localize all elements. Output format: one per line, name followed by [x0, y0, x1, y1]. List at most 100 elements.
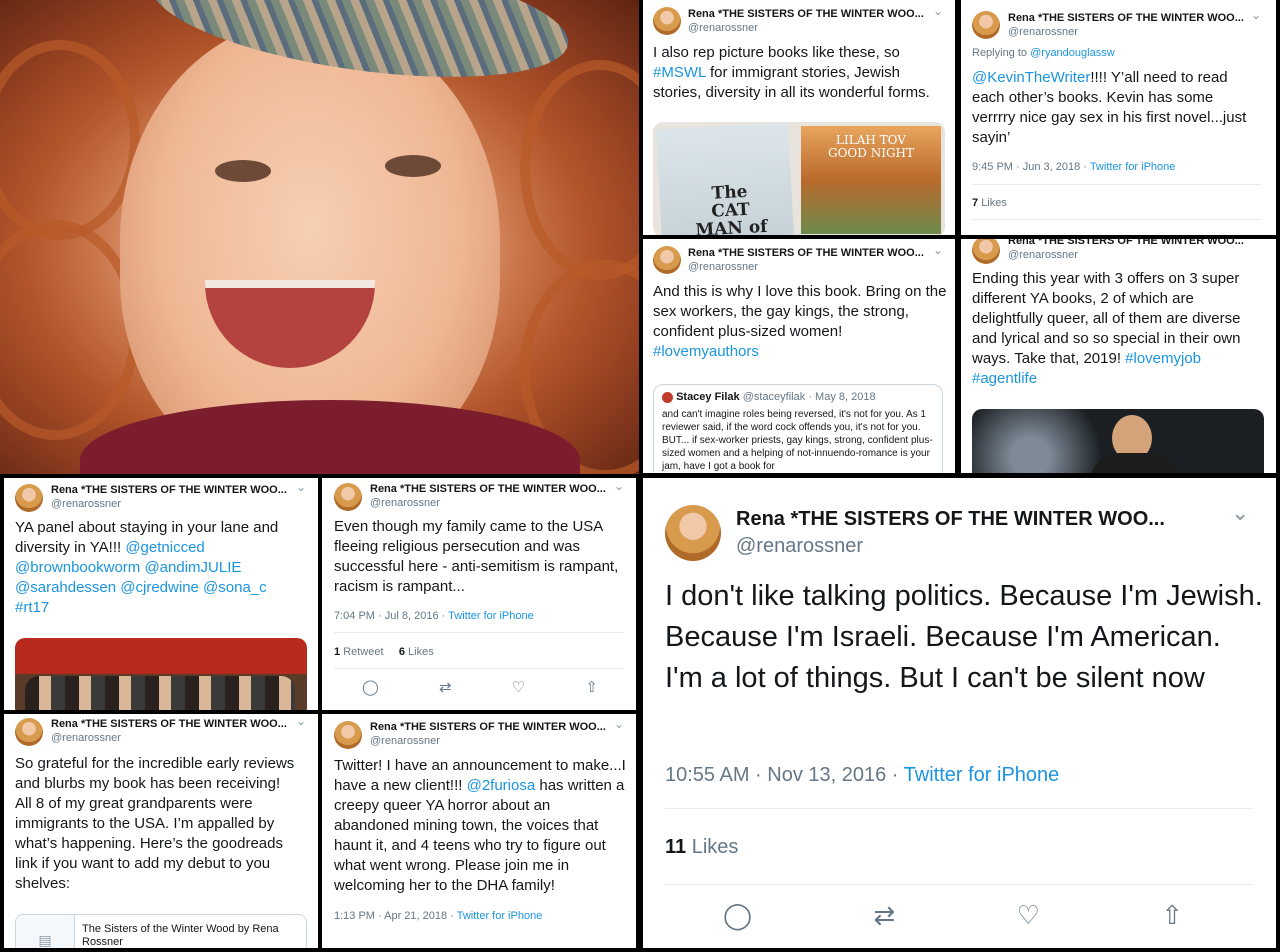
author-name[interactable]: Rena *THE SISTERS OF THE WINTER WOO...: [370, 721, 606, 733]
tweet-counts[interactable]: 1 Retweet 6 Likes: [334, 646, 434, 658]
author-name[interactable]: Rena *THE SISTERS OF THE WINTER WOO...: [51, 484, 287, 496]
hashtag-link[interactable]: #lovemyjob: [1125, 350, 1201, 367]
tweet-text: And this is why I love this book. Bring …: [653, 283, 947, 360]
author-handle[interactable]: @renarossner: [370, 497, 440, 509]
retweet-icon[interactable]: ⇄: [873, 900, 895, 931]
tweet-offers[interactable]: Rena *THE SISTERS OF THE WINTER WOO... @…: [961, 239, 1276, 473]
hashtag-link[interactable]: #lovemyauthors: [653, 343, 759, 360]
tweet-reply[interactable]: Rena *THE SISTERS OF THE WINTER WOO... @…: [961, 0, 1276, 235]
tweet-family[interactable]: Rena *THE SISTERS OF THE WINTER WOO... @…: [322, 478, 636, 710]
author-name[interactable]: Rena *THE SISTERS OF THE WINTER WOO...: [688, 8, 924, 20]
divider: [665, 884, 1253, 885]
author-name[interactable]: Rena *THE SISTERS OF THE WINTER WOO...: [688, 247, 924, 259]
retweet-icon[interactable]: ⇄: [439, 678, 452, 696]
author-handle[interactable]: @renarossner: [51, 498, 121, 510]
author-name[interactable]: Rena *THE SISTERS OF THE WINTER WOO...: [1008, 239, 1244, 247]
link-card[interactable]: ▤ The Sisters of the Winter Wood by Rena…: [15, 914, 307, 948]
tweet-mswl[interactable]: Rena *THE SISTERS OF THE WINTER WOO... @…: [643, 0, 955, 235]
tweet-text: I also rep picture books like these, so …: [653, 44, 930, 101]
tweet-sex-workers[interactable]: Rena *THE SISTERS OF THE WINTER WOO... @…: [643, 239, 955, 473]
tweet-meta: 7:04 PM · Jul 8, 2016 · Twitter for iPho…: [334, 610, 534, 622]
replying-to-link[interactable]: @ryandouglassw: [1030, 47, 1115, 59]
quoted-handle: @staceyfilak: [742, 391, 806, 403]
tweet-text: @KevinTheWriter!!!! Y’all need to read e…: [972, 69, 1247, 146]
tweet-meta: 9:45 PM · Jun 3, 2018 · Twitter for iPho…: [972, 161, 1176, 173]
avatar[interactable]: [15, 718, 43, 746]
tweet-counts[interactable]: 11 Likes: [665, 836, 738, 859]
avatar[interactable]: [665, 505, 721, 561]
quoted-header: Stacey Filak @staceyfilak · May 8, 2018: [662, 391, 934, 404]
tweet-text: YA panel about staying in your lane and …: [15, 519, 279, 616]
divider: [972, 219, 1262, 220]
avatar[interactable]: [15, 484, 43, 512]
author-handle[interactable]: @renarossner: [51, 732, 121, 744]
mention-link[interactable]: @KevinTheWriter: [972, 69, 1090, 86]
source-link[interactable]: Twitter for iPhone: [448, 610, 534, 622]
chevron-down-icon[interactable]: ⌄: [1231, 500, 1249, 526]
author-handle[interactable]: @renarossner: [736, 535, 863, 558]
divider: [334, 632, 624, 633]
document-icon: ▤: [16, 915, 75, 948]
avatar[interactable]: [653, 7, 681, 35]
share-icon[interactable]: ⇧: [1161, 900, 1183, 931]
tweet-client[interactable]: Rena *THE SISTERS OF THE WINTER WOO... @…: [322, 714, 636, 948]
quoted-avatar: [662, 391, 673, 403]
action-bar: ◯ ⇄ ♡ ⇧: [362, 678, 598, 696]
avatar[interactable]: [972, 239, 1000, 264]
chevron-down-icon[interactable]: ⌄: [933, 4, 943, 18]
source-link[interactable]: Twitter for iPhone: [904, 764, 1060, 786]
hashtag-link[interactable]: #agentlife: [972, 370, 1037, 387]
tweet-media[interactable]: [15, 638, 307, 710]
tweet-meta: 10:55 AM · Nov 13, 2016 · Twitter for iP…: [665, 764, 1060, 786]
tweet-text: I don't like talking politics. Because I…: [665, 580, 1263, 694]
tweet-panel[interactable]: Rena *THE SISTERS OF THE WINTER WOO... @…: [4, 478, 318, 710]
author-handle[interactable]: @renarossner: [370, 735, 440, 747]
author-name[interactable]: Rena *THE SISTERS OF THE WINTER WOO...: [1008, 12, 1244, 24]
chevron-down-icon[interactable]: ⌄: [933, 243, 943, 257]
avatar[interactable]: [653, 246, 681, 274]
hashtag-link[interactable]: #MSWL: [653, 64, 706, 81]
reply-icon[interactable]: ◯: [723, 900, 752, 931]
reply-icon[interactable]: ◯: [362, 678, 379, 696]
like-icon[interactable]: ♡: [1017, 900, 1040, 931]
author-handle[interactable]: @renarossner: [688, 261, 758, 273]
chevron-down-icon[interactable]: ⌄: [614, 717, 624, 731]
divider: [972, 184, 1262, 185]
avatar[interactable]: [972, 11, 1000, 39]
share-icon[interactable]: ⇧: [585, 678, 598, 696]
source-link[interactable]: Twitter for iPhone: [1090, 161, 1176, 173]
quoted-text: and can't imagine roles being reversed, …: [662, 409, 933, 472]
media-figure-suit: [1090, 453, 1180, 473]
action-bar: ◯ ⇄ ♡ ⇧: [723, 900, 1183, 931]
tweet-grateful[interactable]: Rena *THE SISTERS OF THE WINTER WOO... @…: [4, 714, 318, 948]
mention-link[interactable]: @2furiosa: [467, 777, 536, 794]
chevron-down-icon[interactable]: ⌄: [1251, 8, 1261, 22]
avatar[interactable]: [334, 721, 362, 749]
replying-to: Replying to @ryandouglassw: [972, 47, 1115, 59]
avatar[interactable]: [334, 483, 362, 511]
tweet-politics[interactable]: Rena *THE SISTERS OF THE WINTER WOO... @…: [643, 478, 1276, 948]
author-name[interactable]: Rena *THE SISTERS OF THE WINTER WOO...: [51, 718, 287, 730]
tweet-counts[interactable]: 7 Likes: [972, 197, 1007, 209]
tweet-media[interactable]: The CAT MAN of ALEPPO LILAH TOV GOOD NIG…: [653, 122, 945, 235]
author-handle[interactable]: @renarossner: [1008, 26, 1078, 38]
tweet-text: Ending this year with 3 offers on 3 supe…: [972, 270, 1241, 387]
chevron-down-icon[interactable]: ⌄: [296, 480, 306, 494]
like-icon[interactable]: ♡: [512, 678, 525, 696]
author-handle[interactable]: @renarossner: [688, 22, 758, 34]
chevron-down-icon[interactable]: ⌄: [296, 714, 306, 728]
profile-photo: [0, 0, 639, 474]
tweet-media[interactable]: [972, 409, 1264, 473]
author-name[interactable]: Rena *THE SISTERS OF THE WINTER WOO...: [736, 508, 1165, 531]
tweet-text: So grateful for the incredible early rev…: [15, 755, 295, 892]
tweet-meta: 1:13 PM · Apr 21, 2018 · Twitter for iPh…: [334, 910, 543, 922]
quoted-name: Stacey Filak: [676, 391, 740, 403]
divider: [665, 808, 1253, 809]
source-link[interactable]: Twitter for iPhone: [457, 910, 543, 922]
quoted-tweet[interactable]: Stacey Filak @staceyfilak · May 8, 2018 …: [653, 384, 943, 473]
chevron-down-icon[interactable]: ⌄: [614, 479, 624, 493]
tweet-text: Even though my family came to the USA fl…: [334, 518, 619, 595]
book-cover-cat-man: The CAT MAN of ALEPPO: [656, 122, 794, 235]
author-handle[interactable]: @renarossner: [1008, 249, 1078, 261]
author-name[interactable]: Rena *THE SISTERS OF THE WINTER WOO...: [370, 483, 606, 495]
